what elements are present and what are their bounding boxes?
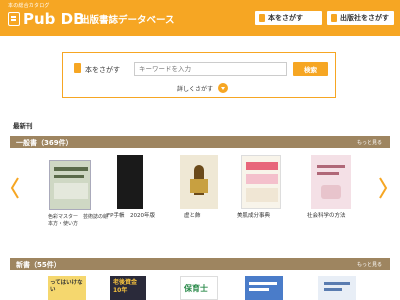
book-title: 社会科学の方法 bbox=[307, 213, 346, 219]
book-cover: ってはいけない bbox=[48, 276, 86, 300]
logo-subtitle: 本の総合カタログ bbox=[8, 3, 50, 9]
book-card[interactable]: FP手帳 2020年版 bbox=[107, 155, 155, 220]
newest-heading: 最新刊 bbox=[13, 122, 33, 130]
book-card[interactable]: ってはいけない bbox=[48, 276, 88, 300]
building-icon bbox=[331, 14, 337, 22]
cover-text: 保育士 bbox=[184, 284, 208, 293]
book-icon bbox=[74, 63, 81, 73]
book-card[interactable]: 保育士 bbox=[180, 276, 220, 300]
find-book-button[interactable]: 本をさがす bbox=[255, 11, 322, 25]
chevron-left-icon bbox=[10, 177, 19, 199]
book-cover bbox=[311, 155, 351, 209]
book-icon bbox=[259, 14, 265, 22]
book-title: 美肌成分事典 bbox=[237, 213, 271, 219]
search-panel: 本をさがす 検索 詳しくさがす bbox=[62, 52, 336, 98]
find-publisher-button[interactable]: 出版社をさがす bbox=[327, 11, 394, 25]
carousel-next-button[interactable] bbox=[378, 176, 388, 200]
book-logo-icon bbox=[8, 12, 20, 26]
find-book-label: 本をさがす bbox=[268, 14, 303, 22]
site-title: 出版書誌データベース bbox=[80, 15, 175, 26]
section-header-general: 一般書（369件） もっと見る bbox=[10, 136, 390, 148]
site-header: 本の総合カタログ Pub DB 出版書誌データベース 本をさがす 出版社をさがす bbox=[0, 0, 400, 36]
book-cover bbox=[117, 155, 143, 209]
book-title: 色彩マスター 芸術誌の絵本方・使い方 bbox=[48, 214, 109, 227]
cover-text: ってはいけない bbox=[50, 280, 83, 293]
book-card[interactable]: 社会科学の方法 bbox=[305, 155, 357, 220]
book-title: 虚と飾 bbox=[184, 213, 201, 219]
more-link[interactable]: もっと見る bbox=[357, 261, 382, 268]
book-card[interactable] bbox=[318, 276, 358, 300]
book-card[interactable] bbox=[245, 276, 285, 300]
section-title: 新書（55件） bbox=[16, 261, 61, 269]
book-cover bbox=[241, 155, 281, 209]
search-input[interactable] bbox=[134, 62, 287, 76]
book-cover bbox=[245, 276, 283, 300]
advanced-search-label: 詳しくさがす bbox=[177, 85, 214, 93]
site-logo[interactable]: 本の総合カタログ Pub DB bbox=[8, 3, 85, 28]
book-title: FP手帳 2020年版 bbox=[107, 213, 155, 219]
cover-text: 老後資金10年 bbox=[113, 279, 138, 294]
section-header-new: 新書（55件） もっと見る bbox=[10, 258, 390, 270]
chevron-right-icon bbox=[379, 177, 388, 199]
more-link[interactable]: もっと見る bbox=[357, 139, 382, 146]
chevron-down-icon bbox=[218, 83, 229, 93]
search-button[interactable]: 検索 bbox=[293, 62, 328, 76]
section-title: 一般書（369件） bbox=[16, 139, 73, 147]
book-cover bbox=[318, 276, 356, 300]
book-cover bbox=[49, 160, 91, 210]
book-cover bbox=[180, 155, 218, 209]
carousel-prev-button[interactable] bbox=[10, 176, 20, 200]
book-card[interactable]: 色彩マスター 芸術誌の絵本方・使い方 bbox=[45, 160, 108, 227]
book-card[interactable]: 美肌成分事典 bbox=[235, 155, 287, 220]
search-label: 本をさがす bbox=[85, 66, 120, 74]
find-publisher-label: 出版社をさがす bbox=[340, 14, 389, 22]
book-cover: 老後資金10年 bbox=[110, 276, 146, 300]
book-card[interactable]: 老後資金10年 bbox=[110, 276, 150, 300]
book-cover: 保育士 bbox=[180, 276, 218, 300]
logo-text: Pub DB bbox=[23, 10, 85, 28]
advanced-search-link[interactable]: 詳しくさがす bbox=[177, 83, 229, 93]
book-card[interactable]: 虚と飾 bbox=[180, 155, 220, 220]
